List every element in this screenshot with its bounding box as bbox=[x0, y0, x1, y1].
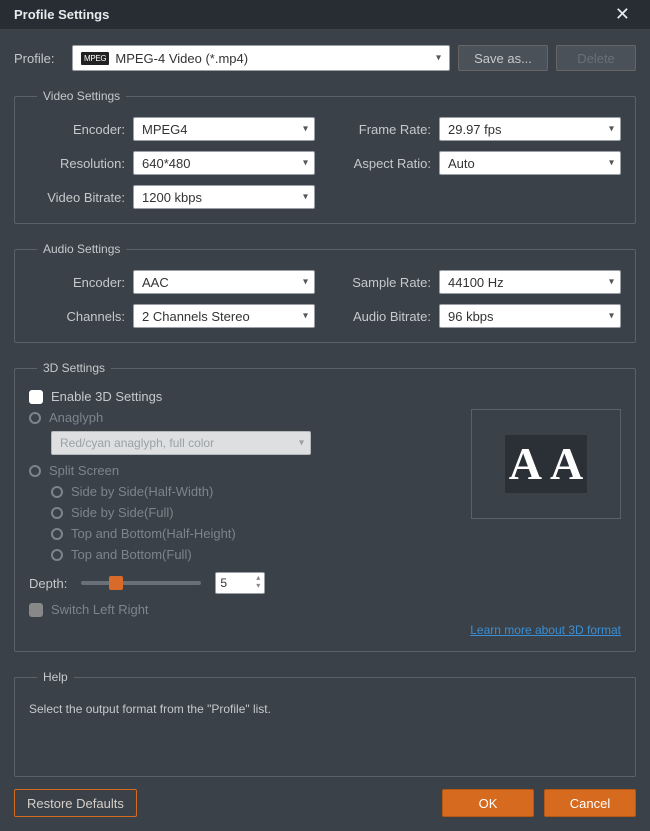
anaglyph-type-select: Red/cyan anaglyph, full color ▾ bbox=[51, 431, 311, 455]
slider-thumb[interactable] bbox=[109, 576, 123, 590]
chevron-down-icon: ▾ bbox=[303, 277, 308, 288]
mpeg-icon: MPEG bbox=[81, 52, 109, 65]
video-bitrate-select[interactable]: 1200 kbps▾ bbox=[133, 185, 315, 209]
delete-button: Delete bbox=[556, 45, 636, 71]
audio-bitrate-label: Audio Bitrate: bbox=[335, 309, 431, 324]
frame-rate-select[interactable]: 29.97 fps▾ bbox=[439, 117, 621, 141]
audio-settings-legend: Audio Settings bbox=[37, 242, 126, 256]
audio-bitrate-select[interactable]: 96 kbps▾ bbox=[439, 304, 621, 328]
help-fieldset: Help Select the output format from the "… bbox=[14, 670, 636, 777]
aspect-ratio-label: Aspect Ratio: bbox=[335, 156, 431, 171]
video-bitrate-label: Video Bitrate: bbox=[29, 190, 125, 205]
resolution-label: Resolution: bbox=[29, 156, 125, 171]
split-screen-label: Split Screen bbox=[49, 463, 119, 478]
depth-spinner[interactable]: 5 ▴▾ bbox=[215, 572, 265, 594]
aspect-ratio-select[interactable]: Auto▾ bbox=[439, 151, 621, 175]
tb-full-radio bbox=[51, 549, 63, 561]
sbs-half-label: Side by Side(Half-Width) bbox=[71, 484, 213, 499]
frame-rate-label: Frame Rate: bbox=[335, 122, 431, 137]
video-encoder-label: Encoder: bbox=[29, 122, 125, 137]
anaglyph-radio bbox=[29, 412, 41, 424]
sbs-half-radio bbox=[51, 486, 63, 498]
chevron-down-icon: ▾ bbox=[609, 158, 614, 169]
video-settings-fieldset: Video Settings Encoder: MPEG4▾ Frame Rat… bbox=[14, 89, 636, 224]
depth-slider[interactable] bbox=[81, 581, 201, 585]
enable-3d-label: Enable 3D Settings bbox=[51, 389, 162, 404]
preview-aa-icon: AA bbox=[505, 435, 587, 493]
help-text: Select the output format from the "Profi… bbox=[29, 698, 621, 762]
chevron-down-icon: ▾ bbox=[609, 311, 614, 322]
tb-half-radio bbox=[51, 528, 63, 540]
chevron-down-icon: ▾ bbox=[303, 192, 308, 203]
chevron-down-icon: ▾ bbox=[299, 438, 304, 449]
chevron-down-icon: ▾ bbox=[303, 124, 308, 135]
profile-select-value: MPEG-4 Video (*.mp4) bbox=[115, 51, 248, 66]
close-icon[interactable]: ✕ bbox=[609, 0, 636, 29]
switch-lr-checkbox bbox=[29, 603, 43, 617]
titlebar: Profile Settings ✕ bbox=[0, 0, 650, 29]
save-as-button[interactable]: Save as... bbox=[458, 45, 548, 71]
3d-settings-fieldset: 3D Settings Enable 3D Settings Anaglyph … bbox=[14, 361, 636, 652]
chevron-down-icon: ▾ bbox=[436, 53, 441, 64]
audio-encoder-select[interactable]: AAC▾ bbox=[133, 270, 315, 294]
channels-select[interactable]: 2 Channels Stereo▾ bbox=[133, 304, 315, 328]
chevron-down-icon: ▾ bbox=[609, 124, 614, 135]
enable-3d-checkbox[interactable] bbox=[29, 390, 43, 404]
split-screen-radio bbox=[29, 465, 41, 477]
ok-button[interactable]: OK bbox=[442, 789, 534, 817]
chevron-down-icon: ▾ bbox=[303, 311, 308, 322]
profile-select[interactable]: MPEG MPEG-4 Video (*.mp4) ▾ bbox=[72, 45, 450, 71]
audio-encoder-label: Encoder: bbox=[29, 275, 125, 290]
profile-label: Profile: bbox=[14, 51, 64, 66]
tb-full-label: Top and Bottom(Full) bbox=[71, 547, 192, 562]
depth-label: Depth: bbox=[29, 576, 67, 591]
3d-settings-legend: 3D Settings bbox=[37, 361, 111, 375]
sbs-full-label: Side by Side(Full) bbox=[71, 505, 174, 520]
chevron-down-icon: ▾ bbox=[303, 158, 308, 169]
channels-label: Channels: bbox=[29, 309, 125, 324]
chevron-down-icon[interactable]: ▾ bbox=[256, 582, 260, 590]
3d-preview: AA bbox=[471, 409, 621, 519]
restore-defaults-button[interactable]: Restore Defaults bbox=[14, 789, 137, 817]
sample-rate-select[interactable]: 44100 Hz▾ bbox=[439, 270, 621, 294]
sample-rate-label: Sample Rate: bbox=[335, 275, 431, 290]
help-legend: Help bbox=[37, 670, 74, 684]
video-encoder-select[interactable]: MPEG4▾ bbox=[133, 117, 315, 141]
tb-half-label: Top and Bottom(Half-Height) bbox=[71, 526, 236, 541]
audio-settings-fieldset: Audio Settings Encoder: AAC▾ Sample Rate… bbox=[14, 242, 636, 343]
sbs-full-radio bbox=[51, 507, 63, 519]
dialog-title: Profile Settings bbox=[14, 7, 109, 22]
learn-more-link[interactable]: Learn more about 3D format bbox=[470, 623, 621, 637]
switch-lr-label: Switch Left Right bbox=[51, 602, 149, 617]
anaglyph-label: Anaglyph bbox=[49, 410, 103, 425]
cancel-button[interactable]: Cancel bbox=[544, 789, 636, 817]
video-settings-legend: Video Settings bbox=[37, 89, 126, 103]
chevron-down-icon: ▾ bbox=[609, 277, 614, 288]
resolution-select[interactable]: 640*480▾ bbox=[133, 151, 315, 175]
